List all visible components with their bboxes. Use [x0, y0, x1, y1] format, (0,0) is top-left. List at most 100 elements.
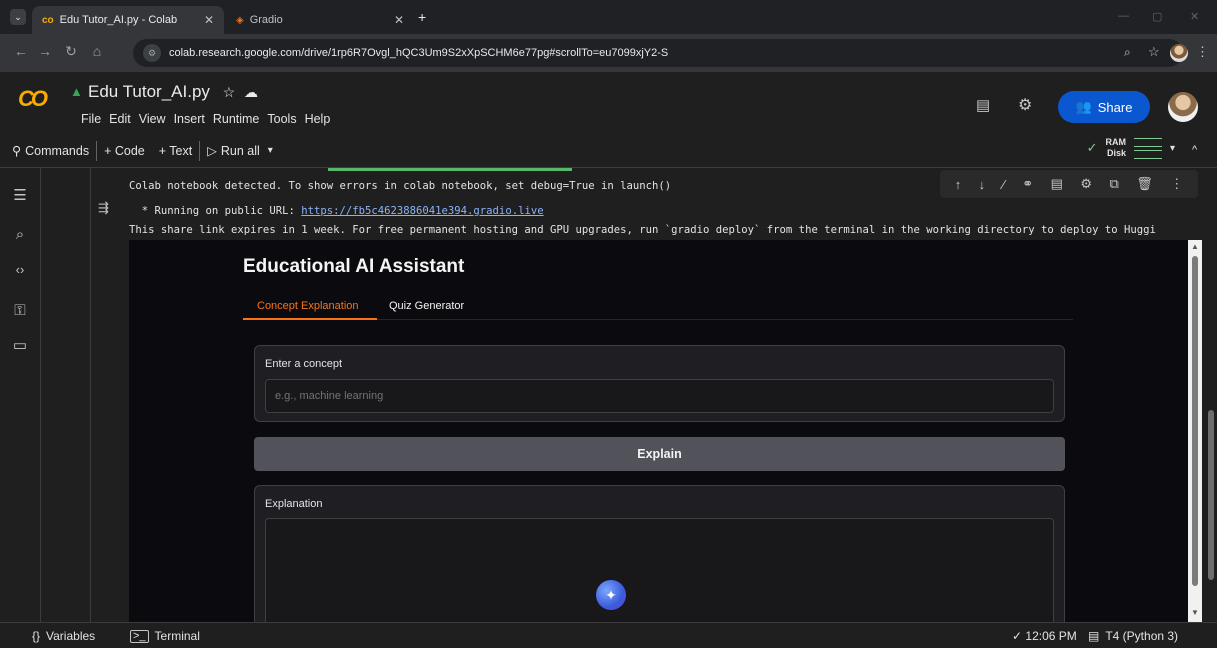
notebook-title-text: Edu Tutor_AI.py — [88, 82, 210, 101]
cloud-icon: ☁ — [243, 84, 258, 100]
settings-gear-icon[interactable]: ⚙ — [1018, 95, 1032, 115]
link-icon[interactable]: ⚭ — [1022, 176, 1033, 192]
comment-icon[interactable]: ▤ — [1051, 176, 1063, 192]
variables-button[interactable]: {} Variables — [32, 629, 95, 643]
home-icon[interactable]: ⌂ — [88, 43, 106, 59]
code-snippets-icon[interactable]: ‹› — [10, 262, 30, 282]
runtime-icon: ▤ — [1088, 629, 1100, 643]
new-tab-button[interactable]: + — [418, 9, 426, 25]
tab-search-icon[interactable]: ⌄ — [10, 9, 26, 25]
profile-avatar-small[interactable] — [1170, 44, 1188, 62]
forward-icon[interactable]: → — [36, 43, 54, 59]
gradio-icon: ◈ — [236, 14, 244, 26]
address-bar-row: ← → ↻ ⌂ ⚙ colab.research.google.com/driv… — [0, 34, 1217, 72]
zoom-icon[interactable]: ⌕ — [1124, 45, 1131, 60]
avatar[interactable] — [1168, 92, 1198, 122]
notebook-toolbar: ⚲ Commands + Code + Text ▷ Run all ▾ ✓ R… — [0, 134, 1217, 168]
secrets-key-icon[interactable]: ⚿ — [10, 302, 30, 322]
explanation-label: Explanation — [265, 498, 323, 510]
resource-bars — [1133, 137, 1162, 159]
progress-bar — [328, 168, 572, 171]
cell-settings-icon[interactable]: ⚙ — [1080, 176, 1092, 192]
execution-status[interactable]: ✓ 12:06 PM — [1012, 629, 1077, 643]
play-icon: ▷ — [207, 144, 217, 158]
iframe-scrollbar[interactable]: ▲ ▼ — [1188, 240, 1202, 622]
menu-edit[interactable]: Edit — [109, 112, 131, 126]
menu-runtime[interactable]: Runtime — [213, 112, 260, 126]
bookmark-star-icon[interactable]: ☆ — [1148, 44, 1160, 60]
close-icon[interactable]: ✕ — [394, 13, 404, 27]
menu-tools[interactable]: Tools — [267, 112, 296, 126]
output-line-2: * Running on public URL: https://fb5c462… — [129, 193, 544, 217]
scroll-up-icon[interactable]: ▲ — [1191, 242, 1199, 251]
notebook-title[interactable]: Edu Tutor_AI.py ☆ ☁ — [88, 82, 258, 102]
menu-view[interactable]: View — [139, 112, 166, 126]
concept-label: Enter a concept — [265, 358, 343, 370]
search-icon: ⚲ — [12, 144, 22, 158]
menu-help[interactable]: Help — [305, 112, 331, 126]
ram-label: RAM — [1105, 137, 1126, 147]
table-of-contents-icon[interactable]: ☰ — [10, 186, 30, 206]
browser-menu-icon[interactable]: ⋮ — [1196, 44, 1209, 60]
disk-label: Disk — [1106, 148, 1126, 158]
star-icon[interactable]: ☆ — [223, 84, 236, 100]
collapse-icon[interactable]: ^ — [1192, 144, 1197, 156]
close-icon[interactable]: ✕ — [204, 13, 214, 27]
more-options-icon[interactable]: ⋮ — [1170, 176, 1183, 192]
browser-tab-strip: ⌄ co Edu Tutor_AI.py - Colab ✕ ◈ Gradio … — [0, 0, 1217, 34]
output-line-1: Colab notebook detected. To show errors … — [129, 180, 672, 192]
commands-button[interactable]: ⚲ Commands — [0, 143, 96, 159]
mirror-cell-icon[interactable]: ⧉ — [1109, 176, 1118, 192]
explain-button[interactable]: Explain — [254, 437, 1065, 471]
menu-bar: File Edit View Insert Runtime Tools Help — [81, 112, 330, 126]
site-info-icon[interactable]: ⚙ — [143, 44, 161, 62]
run-all-button[interactable]: ▷ Run all ▾ — [200, 143, 280, 159]
cell-gutter-divider — [90, 168, 91, 622]
share-button[interactable]: 👥 Share — [1058, 91, 1150, 123]
comments-icon[interactable]: ▤ — [976, 96, 990, 114]
concept-input[interactable]: e.g., machine learning — [265, 379, 1054, 413]
magic-wand-icon[interactable]: ⁄ — [1003, 177, 1005, 192]
reload-icon[interactable]: ↻ — [62, 43, 80, 60]
tab-gradio[interactable]: ◈ Gradio ✕ — [226, 6, 414, 34]
status-bar: {} Variables >_ Terminal ✓ 12:06 PM ▤ T4… — [0, 622, 1217, 648]
menu-insert[interactable]: Insert — [174, 112, 205, 126]
public-url-link[interactable]: https://fb5c4623886041e394.gradio.live — [301, 205, 543, 217]
colab-icon: co — [42, 14, 54, 26]
add-code-button[interactable]: + Code — [97, 144, 152, 158]
iframe-scroll-thumb[interactable] — [1192, 256, 1198, 586]
colab-logo[interactable]: CO — [18, 86, 48, 112]
files-folder-icon[interactable]: ▭ — [10, 336, 30, 356]
tab-concept-explanation[interactable]: Concept Explanation — [257, 300, 359, 312]
page-scroll-thumb[interactable] — [1208, 410, 1214, 580]
page-title: Educational AI Assistant — [243, 256, 465, 277]
runtime-button[interactable]: ▤ T4 (Python 3) — [1088, 629, 1178, 643]
add-text-button[interactable]: + Text — [152, 144, 199, 158]
back-icon[interactable]: ← — [12, 43, 30, 59]
move-down-icon[interactable]: ↓ — [979, 177, 986, 192]
tab-colab[interactable]: co Edu Tutor_AI.py - Colab ✕ — [32, 6, 224, 34]
drive-icon: ▲ — [70, 84, 83, 99]
resource-monitor[interactable]: ✓ RAM Disk ▾ — [1087, 137, 1175, 159]
concept-placeholder: e.g., machine learning — [275, 390, 384, 402]
gradio-tabs: Concept Explanation Quiz Generator — [243, 294, 1073, 320]
tab-quiz-generator[interactable]: Quiz Generator — [389, 300, 464, 312]
delete-icon[interactable]: 🗑 — [1136, 176, 1153, 192]
gemini-sparkle-icon[interactable]: ✦ — [596, 580, 626, 610]
explanation-output[interactable] — [265, 518, 1054, 622]
close-window-icon[interactable]: ✕ — [1190, 10, 1199, 23]
scroll-down-icon[interactable]: ▼ — [1191, 608, 1199, 617]
find-icon[interactable]: ⌕ — [10, 226, 30, 246]
terminal-button[interactable]: >_ Terminal — [130, 629, 200, 643]
commands-label: Commands — [25, 143, 90, 158]
output-toggle-icon[interactable]: ⇶ — [98, 200, 109, 216]
concept-panel: Enter a concept e.g., machine learning — [254, 345, 1065, 422]
tab-label: Gradio — [249, 14, 283, 26]
move-up-icon[interactable]: ↑ — [955, 177, 962, 192]
minimize-icon[interactable]: — — [1118, 10, 1129, 22]
chevron-down-icon[interactable]: ▾ — [1170, 143, 1175, 154]
output-line-3: This share link expires in 1 week. For f… — [129, 224, 1156, 236]
url-input[interactable]: ⚙ colab.research.google.com/drive/1rp6R7… — [133, 39, 1183, 67]
maximize-icon[interactable]: ▢ — [1152, 10, 1162, 23]
menu-file[interactable]: File — [81, 112, 101, 126]
